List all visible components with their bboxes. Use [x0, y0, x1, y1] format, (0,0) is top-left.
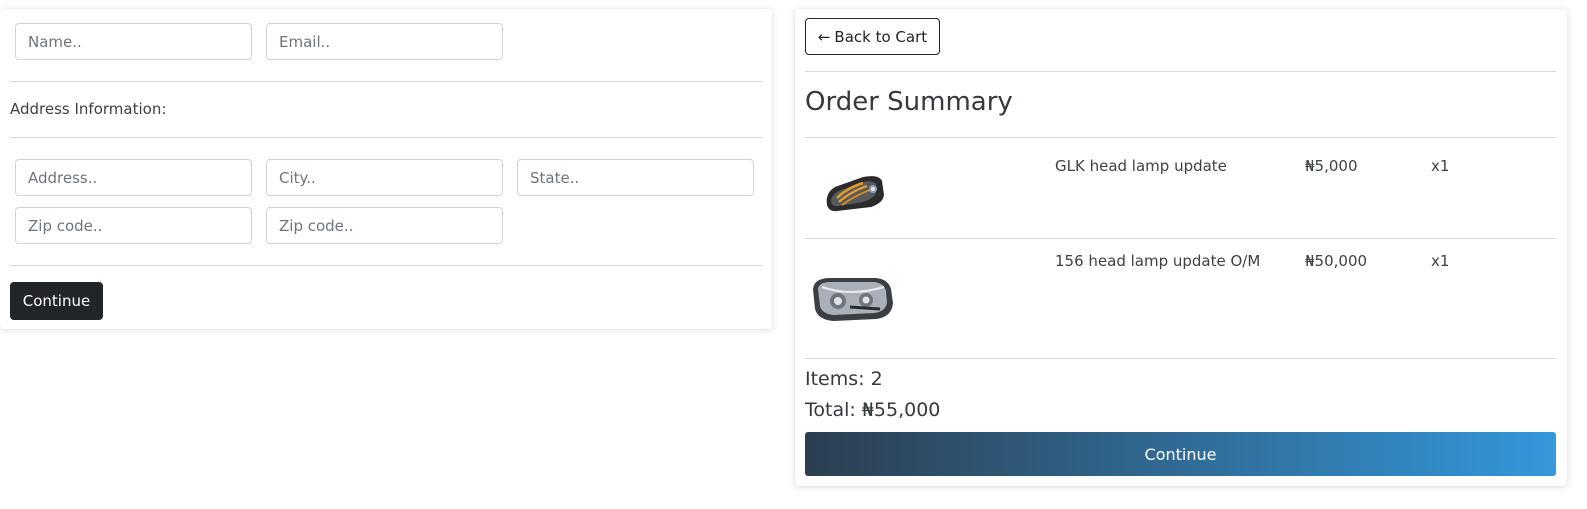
item-quantity: x1: [1431, 252, 1450, 270]
state-input[interactable]: [517, 159, 754, 196]
headlamp-image: [826, 176, 884, 212]
item-name: GLK head lamp update: [1055, 157, 1227, 175]
divider: [805, 238, 1556, 239]
order-total: Total: ₦55,000: [805, 399, 941, 421]
order-summary-card: ← Back to Cart Order Summary GLK head la…: [795, 9, 1567, 486]
divider: [10, 81, 762, 82]
zip-code-input-secondary[interactable]: [266, 207, 503, 244]
divider: [10, 137, 762, 138]
address-input[interactable]: [15, 159, 252, 196]
order-summary-title: Order Summary: [805, 87, 1013, 117]
item-price: ₦50,000: [1305, 252, 1368, 270]
divider: [10, 265, 762, 266]
item-name: 156 head lamp update O/M: [1055, 252, 1261, 270]
item-price: ₦5,000: [1305, 157, 1358, 175]
email-input[interactable]: [266, 23, 503, 60]
divider: [805, 71, 1556, 72]
headlamp-image: [813, 278, 893, 321]
divider: [805, 137, 1556, 138]
divider: [805, 358, 1556, 359]
checkout-continue-button[interactable]: Continue: [805, 432, 1556, 476]
items-count: Items: 2: [805, 368, 883, 390]
address-section-label: Address Information:: [10, 100, 167, 118]
form-continue-button[interactable]: Continue: [10, 282, 103, 320]
back-to-cart-label: Back to Cart: [834, 27, 928, 46]
zip-code-input[interactable]: [15, 207, 252, 244]
item-quantity: x1: [1431, 157, 1450, 175]
back-to-cart-button[interactable]: ← Back to Cart: [805, 18, 940, 55]
arrow-left-icon: ←: [817, 27, 831, 46]
city-input[interactable]: [266, 159, 503, 196]
checkout-form-card: Address Information: Continue: [0, 9, 772, 329]
name-input[interactable]: [15, 23, 252, 60]
